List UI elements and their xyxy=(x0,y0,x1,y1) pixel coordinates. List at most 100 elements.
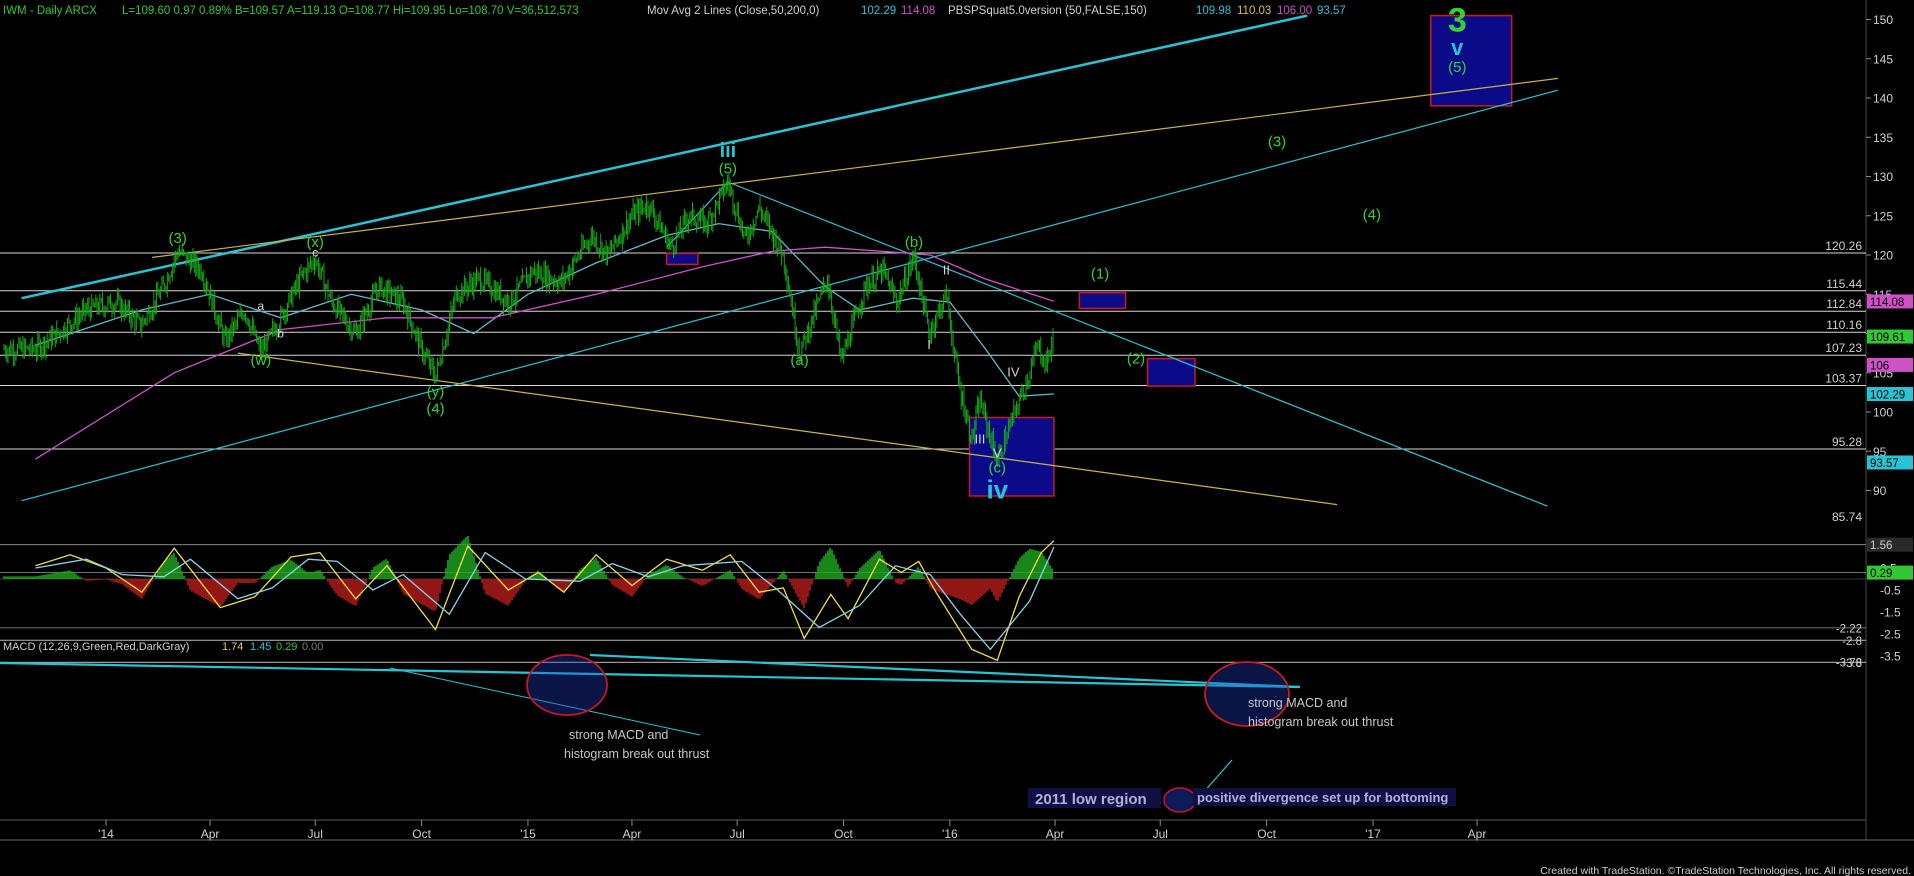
price-tag-label: 102.29 xyxy=(1870,390,1905,402)
price-level-label: 85.74 xyxy=(1832,510,1862,524)
time-axis-label: '14 xyxy=(98,827,114,841)
wave-label: b xyxy=(277,326,284,340)
price-axis-label: 140 xyxy=(1873,92,1893,106)
chart-header: IWM - Daily ARCX L=109.60 0.97 0.89% B=1… xyxy=(3,5,1346,17)
wave-label: (4) xyxy=(1363,207,1381,224)
macd-hist-value: 0.29 xyxy=(276,641,297,653)
target-box xyxy=(665,252,699,266)
price-axis-label: 90 xyxy=(1873,484,1887,498)
wave-label: (5) xyxy=(1448,59,1466,76)
price-tag-label: 109.61 xyxy=(1870,332,1905,344)
wave-label: (4) xyxy=(426,401,444,418)
macd-header: MACD (12,26,9,Green,Red,DarkGray) 1.74 1… xyxy=(3,641,323,653)
annotation-text: histogram break out thrust xyxy=(1248,715,1394,729)
wave-label: IV xyxy=(1007,365,1020,380)
wave-label: (5) xyxy=(719,160,737,177)
wave-label: (a) xyxy=(790,352,808,369)
wave-label: V xyxy=(993,446,1002,461)
indicator-value-3: 106.00 xyxy=(1277,5,1312,17)
footer-credit: Created with TradeStation. ©TradeStation… xyxy=(1540,865,1911,876)
price-level-label: 110.16 xyxy=(1826,318,1862,332)
macd-signal-value: 1.45 xyxy=(250,641,271,653)
wave-label: II xyxy=(943,263,950,278)
price-axis-label: 135 xyxy=(1873,131,1893,145)
annotation-text: histogram break out thrust xyxy=(564,747,710,761)
wave-label: (1) xyxy=(1091,266,1109,283)
wave-label: (2) xyxy=(1127,350,1145,367)
quote-line: L=109.60 0.97 0.89% B=109.57 A=119.13 O=… xyxy=(122,5,579,17)
wave-label: c xyxy=(312,246,318,260)
mov-avg-label: Mov Avg 2 Lines (Close,50,200,0) xyxy=(647,5,820,17)
chart-background xyxy=(0,0,1914,876)
price-level-label: 107.23 xyxy=(1825,341,1862,355)
indicator-value-2: 110.03 xyxy=(1237,5,1271,17)
time-axis-label: Apr xyxy=(201,827,220,841)
annotation-text: 2011 low region xyxy=(1035,791,1147,808)
wave-label: iii xyxy=(720,140,737,162)
mov-avg-value-200: 114.08 xyxy=(901,5,935,17)
annotation-text: strong MACD and xyxy=(569,728,668,742)
indicator-value-1: 109.98 xyxy=(1196,5,1231,17)
price-axis-label: 120 xyxy=(1873,249,1893,263)
wave-label: III xyxy=(974,431,985,446)
annotation-text: strong MACD and xyxy=(1248,696,1347,710)
target-box xyxy=(1078,291,1127,310)
price-tag-label: 106 xyxy=(1870,360,1889,372)
target-box xyxy=(968,416,1055,497)
annotation-text: positive divergence set up for bottoming xyxy=(1197,790,1448,805)
wave-label: a xyxy=(258,299,265,313)
macd-level-label: -2.22 xyxy=(1836,623,1862,635)
price-level-label: 95.28 xyxy=(1832,435,1862,449)
macd-highlight-ellipse xyxy=(1163,787,1197,813)
time-axis-label: '15 xyxy=(520,827,536,841)
price-level-label: 112.84 xyxy=(1826,297,1862,311)
time-axis-label: '16 xyxy=(942,827,958,841)
time-axis-label: Oct xyxy=(412,827,431,841)
time-axis-label: Oct xyxy=(1257,827,1276,841)
price-level-label: 103.37 xyxy=(1825,372,1862,386)
price-tag-label: 93.57 xyxy=(1870,458,1899,470)
price-axis-label: 100 xyxy=(1873,406,1893,420)
time-axis-label: Oct xyxy=(834,827,853,841)
wave-label: (3) xyxy=(169,230,187,247)
wave-label: I xyxy=(927,337,931,352)
target-box xyxy=(1146,357,1196,387)
macd-level-label: 1.56 xyxy=(1870,540,1892,552)
macd-level-label: 0.29 xyxy=(1870,568,1892,580)
macd-level-label: -2.8 xyxy=(1842,636,1862,648)
price-level-label: 120.26 xyxy=(1825,239,1862,253)
wave-label: iv xyxy=(986,474,1008,504)
macd-axis-label: -3.5 xyxy=(1880,650,1901,664)
wave-label: (3) xyxy=(1268,134,1286,151)
wave-label: v xyxy=(1451,35,1464,60)
price-axis-label: 145 xyxy=(1873,52,1893,66)
price-axis-label: 130 xyxy=(1873,170,1893,184)
price-axis-label: 125 xyxy=(1873,209,1893,223)
target-box xyxy=(1430,14,1513,107)
wave-label: (b) xyxy=(905,234,923,251)
time-axis-label: Apr xyxy=(623,827,642,841)
time-axis-label: '17 xyxy=(1365,827,1381,841)
time-axis-label: Jul xyxy=(729,827,744,841)
mov-avg-value-50: 102.29 xyxy=(861,5,896,17)
symbol-title: IWM - Daily ARCX xyxy=(3,5,97,17)
macd-axis-label: -1.5 xyxy=(1880,606,1901,620)
macd-value: 1.74 xyxy=(222,641,243,653)
indicator-label: PBSPSquat5.0version (50,FALSE,150) xyxy=(948,5,1147,17)
macd-level-label: -3.8 xyxy=(1842,658,1862,670)
macd-axis-label: -2.5 xyxy=(1880,628,1901,642)
time-axis-label: Jul xyxy=(308,827,323,841)
macd-label: MACD (12,26,9,Green,Red,DarkGray) xyxy=(3,641,189,653)
price-level-label: 115.44 xyxy=(1826,277,1862,291)
tradestation-chart: (3) (x)cab(w)(y)(4)iii(5)(a)(b)IIIIVIIIV(… xyxy=(0,0,1914,876)
indicator-value-4: 93.57 xyxy=(1317,5,1346,17)
time-axis-label: Apr xyxy=(1468,827,1487,841)
time-axis-label: Jul xyxy=(1153,827,1168,841)
macd-zero-value: 0.00 xyxy=(302,641,323,653)
macd-highlight-ellipse xyxy=(526,654,608,716)
wave-label: (w) xyxy=(250,352,271,369)
price-axis-label: 150 xyxy=(1873,13,1893,27)
wave-label: (y) xyxy=(427,383,445,400)
macd-axis-label: -0.5 xyxy=(1880,584,1901,598)
wave-label: 3 xyxy=(1448,1,1467,39)
